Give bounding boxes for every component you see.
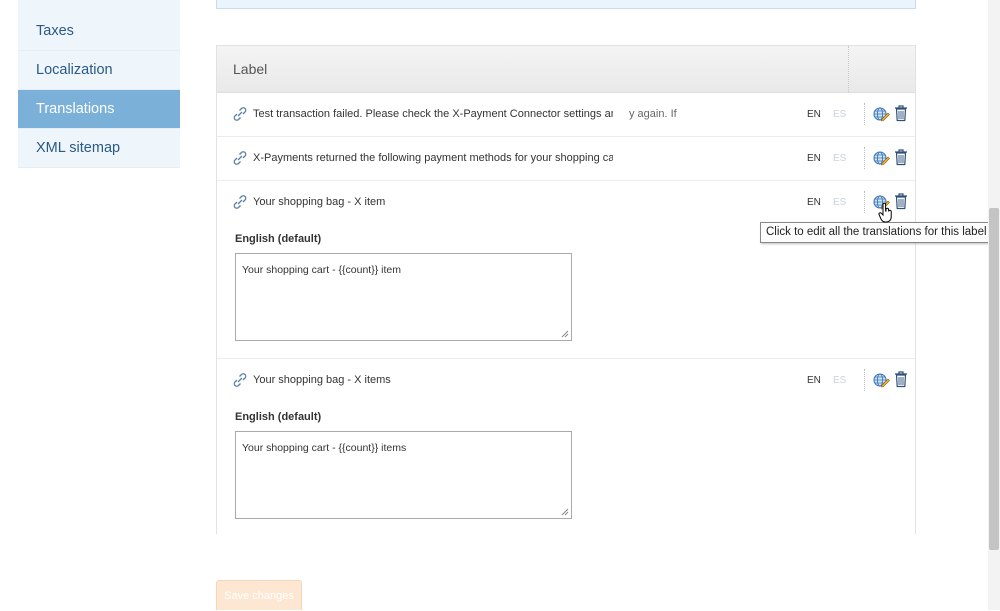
- table-row: Your shopping bag - X items EN ES Englis…: [217, 359, 915, 534]
- label-link-icon: [233, 195, 247, 209]
- sidebar-item-label: Localization: [36, 62, 113, 78]
- row-label-tail: y again. If: [629, 108, 677, 120]
- label-column-header: Label: [233, 61, 268, 77]
- lang-en-link[interactable]: EN: [807, 137, 821, 180]
- row-line: X-Payments returned the following paymen…: [217, 137, 915, 180]
- label-link-icon: [233, 373, 247, 387]
- textarea-value: Your shopping cart - {{count}} item: [242, 264, 401, 276]
- table-row: X-Payments returned the following paymen…: [217, 137, 915, 181]
- row-divider: [864, 103, 865, 125]
- resize-grip-icon[interactable]: [561, 330, 569, 338]
- lang-en-link[interactable]: EN: [807, 359, 821, 402]
- row-label[interactable]: Your shopping bag - X item: [253, 181, 613, 224]
- lang-en-link[interactable]: EN: [807, 181, 821, 224]
- globe-pencil-icon[interactable]: [872, 105, 890, 123]
- lang-es-link[interactable]: ES: [833, 359, 846, 402]
- globe-pencil-icon[interactable]: [872, 371, 890, 389]
- trash-icon[interactable]: [894, 370, 908, 388]
- lang-en-link[interactable]: EN: [807, 93, 821, 136]
- row-label[interactable]: X-Payments returned the following paymen…: [253, 137, 613, 180]
- label-link-icon: [233, 107, 247, 121]
- save-changes-button[interactable]: Save changes: [216, 580, 302, 610]
- lang-es-link[interactable]: ES: [833, 93, 846, 136]
- trash-icon[interactable]: [894, 104, 908, 122]
- row-divider: [864, 369, 865, 391]
- sidebar-item-translations[interactable]: Translations: [18, 90, 180, 129]
- sidebar-item-taxes[interactable]: Taxes: [18, 0, 180, 51]
- resize-grip-icon[interactable]: [561, 508, 569, 516]
- globe-pencil-icon[interactable]: [872, 149, 890, 167]
- label-link-icon: [233, 151, 247, 165]
- sidebar-item-label: Taxes: [36, 23, 74, 39]
- sidebar-item-label: XML sitemap: [36, 140, 121, 156]
- lang-es-link[interactable]: ES: [833, 137, 846, 180]
- table-row: Test transaction failed. Please check th…: [217, 93, 915, 137]
- translation-textarea[interactable]: Your shopping cart - {{count}} items: [235, 431, 572, 519]
- table-row: Your shopping bag - X item EN ES English…: [217, 181, 915, 359]
- english-default-label: English (default): [235, 233, 322, 245]
- english-default-label: English (default): [235, 411, 322, 423]
- info-banner: [216, 0, 916, 9]
- row-label[interactable]: Your shopping bag - X items: [253, 359, 613, 402]
- row-divider: [864, 191, 865, 213]
- edit-translations-tooltip: Click to edit all the translations for t…: [760, 222, 993, 243]
- sidebar: Taxes Localization Translations XML site…: [18, 0, 180, 168]
- sidebar-item-xml-sitemap[interactable]: XML sitemap: [18, 129, 180, 168]
- scrollbar-thumb[interactable]: [989, 208, 999, 550]
- sidebar-item-localization[interactable]: Localization: [18, 51, 180, 90]
- header-divider: [848, 46, 849, 92]
- row-line: Test transaction failed. Please check th…: [217, 93, 915, 136]
- row-line: Your shopping bag - X item EN ES: [217, 181, 915, 224]
- trash-icon[interactable]: [894, 192, 908, 210]
- trash-icon[interactable]: [894, 148, 908, 166]
- labels-panel: Label Test transaction failed. Please ch…: [216, 45, 916, 534]
- hand-cursor-icon: [878, 203, 892, 223]
- lang-es-link[interactable]: ES: [833, 181, 846, 224]
- row-label[interactable]: Test transaction failed. Please check th…: [253, 93, 613, 136]
- textarea-value: Your shopping cart - {{count}} items: [242, 442, 407, 454]
- translation-textarea[interactable]: Your shopping cart - {{count}} item: [235, 253, 572, 341]
- sidebar-item-label: Translations: [36, 101, 115, 117]
- row-divider: [864, 147, 865, 169]
- table-header: Label: [217, 46, 915, 93]
- row-line: Your shopping bag - X items EN ES: [217, 359, 915, 402]
